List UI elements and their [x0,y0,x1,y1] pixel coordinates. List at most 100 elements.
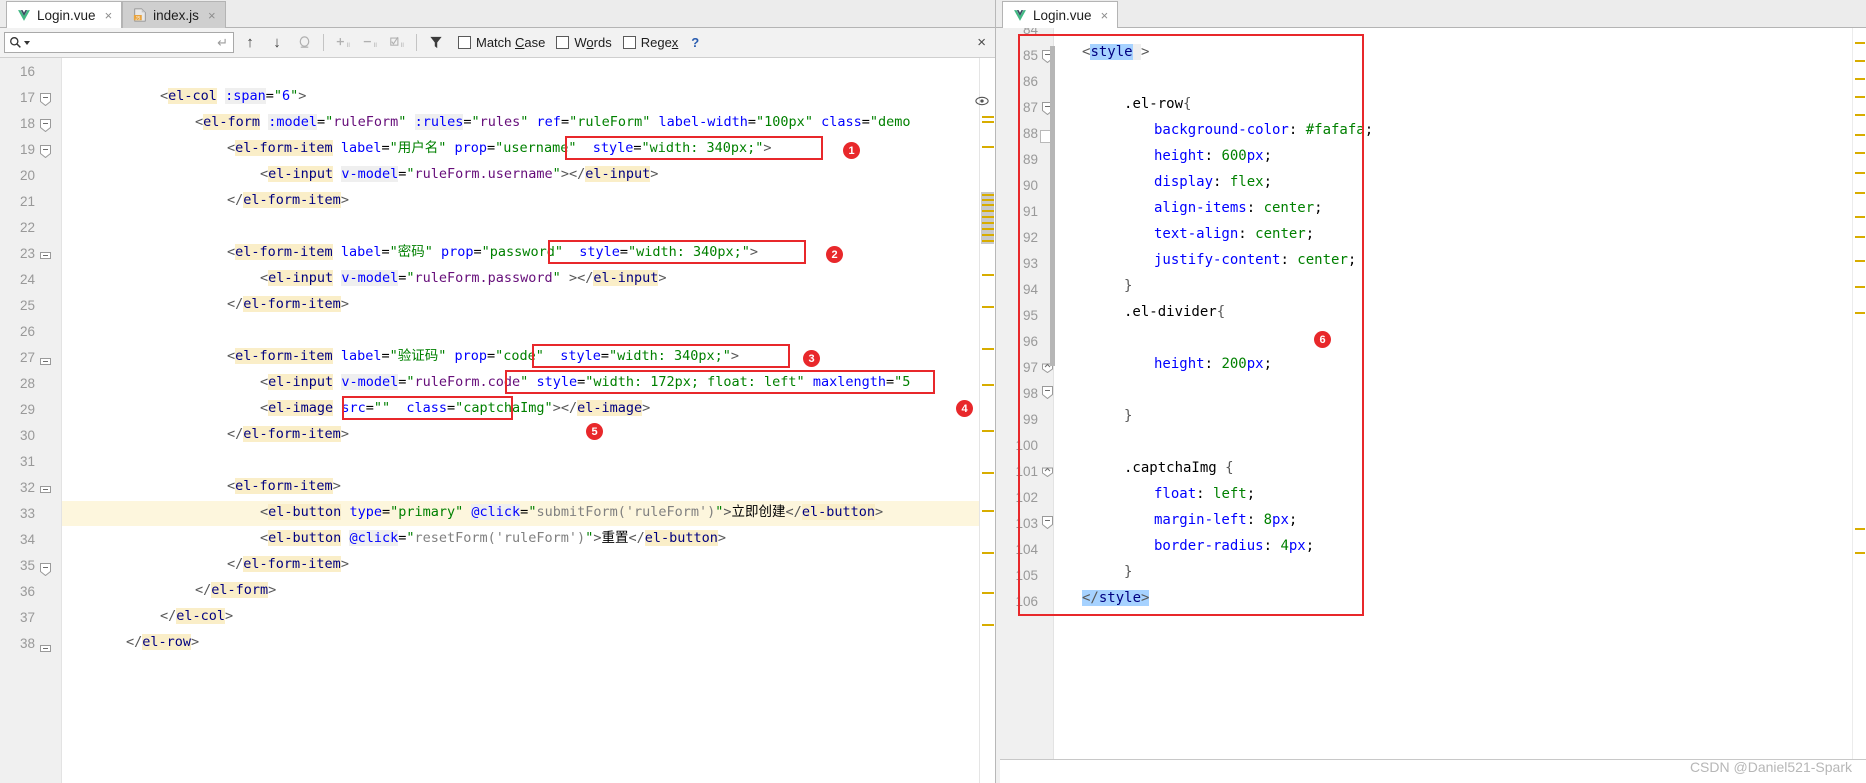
fold-handle-icon[interactable] [40,145,51,159]
tab-login-vue-right[interactable]: Login.vue × [1002,1,1119,28]
line-number: 34 [19,532,35,547]
ide-window: Login.vue × JS index.js × ↵ ↑ ↓ II II II… [0,0,1866,783]
code-line-93: justify-content: center; [1154,252,1357,268]
right-error-stripe[interactable] [1852,28,1866,783]
line-number: 90 [1022,178,1038,193]
line-number: 103 [1015,516,1038,531]
select-all-occurrences-icon[interactable] [293,32,315,54]
close-find-icon[interactable]: × [977,34,986,51]
line-number: 20 [19,168,35,183]
right-code-text[interactable]: <style > .el-row{ background-color: #faf… [1054,28,1866,783]
close-icon[interactable]: × [105,8,113,23]
line-number: 27 [19,350,35,365]
toggle-selection-icon[interactable]: II [386,32,408,54]
code-line-104: border-radius: 4px; [1154,538,1315,554]
search-icon [10,37,21,48]
code-line-88: background-color: #fafafa; [1154,122,1374,138]
line-number: 100 [1015,438,1038,453]
code-line-23: <el-form-item label="密码" prop="password"… [227,244,759,260]
fold-handle-icon[interactable] [40,355,51,366]
right-tab-bar: Login.vue × [996,0,1866,28]
find-previous-icon[interactable]: ↑ [239,32,261,54]
right-line-number-gutter: 84 85 86 87 88 89 90 91 92 93 94 95 96 9… [996,28,1054,783]
fold-handle-icon[interactable] [40,642,51,653]
fold-handle-icon[interactable] [40,93,51,107]
chevron-down-icon[interactable] [24,40,30,45]
svg-text:II: II [347,42,351,49]
fold-handle-icon[interactable] [40,563,51,577]
error-stripe-minimap[interactable] [975,58,995,783]
annotation-marker-6: 6 [1314,331,1331,348]
line-number: 94 [1022,282,1038,297]
words-checkbox[interactable]: Words [556,35,612,50]
left-editor-pane: Login.vue × JS index.js × ↵ ↑ ↓ II II II… [0,0,996,783]
line-number: 16 [19,64,35,79]
checkbox-box[interactable] [622,36,636,49]
find-next-icon[interactable]: ↓ [266,32,288,54]
line-number: 84 [1022,28,1038,37]
code-line-102: float: left; [1154,486,1256,502]
add-selection-icon[interactable]: II [332,32,354,54]
fold-handle-icon[interactable] [40,249,51,260]
checkbox-box[interactable] [458,36,471,49]
regex-label: Regex [640,35,679,50]
tab-label: Login.vue [1033,7,1092,23]
code-line-85: <style > [1082,44,1150,60]
line-number: 29 [19,402,35,417]
code-line-33: <el-button type="primary" @click="submit… [260,504,884,520]
preview-eye-icon[interactable] [975,94,989,109]
scrollbar-thumb[interactable] [1050,46,1055,366]
line-number: 86 [1022,74,1038,89]
line-number: 105 [1015,568,1038,583]
tab-index-js[interactable]: JS index.js × [122,1,226,28]
line-number: 96 [1022,334,1038,349]
line-number: 21 [19,194,35,209]
close-icon[interactable]: × [1101,8,1109,23]
line-number: 35 [19,558,35,573]
code-line-20: <el-input v-model="ruleForm.username"></… [260,166,659,182]
search-input[interactable] [33,34,215,51]
line-number: 93 [1022,256,1038,271]
words-label: Words [574,35,612,50]
toolbar-divider-2 [416,34,417,51]
code-line-32: <el-form-item> [227,478,341,494]
line-number: 28 [19,376,35,391]
left-code-text[interactable]: <el-col :span="6"> <el-form :model="rule… [62,58,995,783]
line-number: 87 [1022,100,1038,115]
line-number: 101 [1015,464,1038,479]
code-line-94: } [1124,278,1133,294]
code-line-21: </el-form-item> [227,192,349,208]
match-case-checkbox[interactable]: Match Case [458,35,545,50]
tab-login-vue[interactable]: Login.vue × [6,1,123,28]
code-line-105: } [1124,564,1133,580]
line-number: 33 [19,506,35,521]
code-line-19: <el-form-item label="用户名" prop="username… [227,140,772,156]
line-number: 22 [19,220,35,235]
left-code-editor[interactable]: 16 17 18 19 20 21 22 23 24 25 26 27 28 2… [0,58,995,783]
line-number: 17 [19,90,35,105]
svg-text:II: II [374,42,378,49]
line-number: 36 [19,584,35,599]
annotation-marker-4: 4 [956,400,973,417]
filter-icon[interactable] [425,32,447,54]
vue-icon [1013,9,1027,22]
regex-checkbox[interactable]: Regex [622,35,679,50]
code-line-30: </el-form-item> [227,426,349,442]
line-number: 92 [1022,230,1038,245]
code-line-28: <el-input v-model="ruleForm.code" style=… [260,374,911,390]
line-number: 95 [1022,308,1038,323]
checkbox-box[interactable] [556,36,570,49]
right-code-editor[interactable]: 84 85 86 87 88 89 90 91 92 93 94 95 96 9… [996,28,1866,783]
help-icon[interactable]: ? [691,35,699,50]
line-number: 19 [19,142,35,157]
close-icon[interactable]: × [208,8,216,23]
line-number: 89 [1022,152,1038,167]
code-line-97: height: 200px; [1154,356,1273,372]
search-field-wrapper[interactable]: ↵ [4,32,234,53]
remove-selection-icon[interactable]: II [359,32,381,54]
fold-handle-icon[interactable] [40,119,51,133]
annotation-marker-3: 3 [803,350,820,367]
code-line-35: </el-form-item> [227,556,349,572]
fold-handle-icon[interactable] [40,483,51,494]
right-scrollbar[interactable] [1048,28,1057,783]
